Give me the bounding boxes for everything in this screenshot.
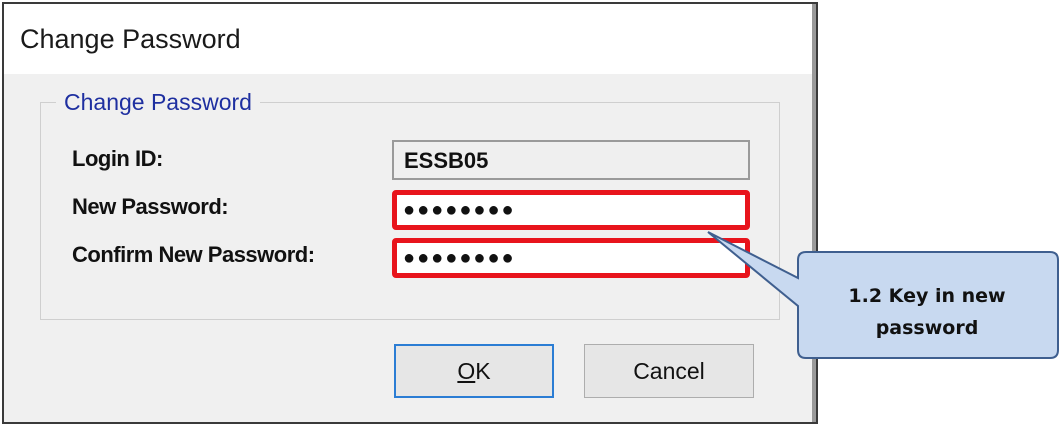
confirm-password-label: Confirm New Password: — [72, 242, 315, 267]
title-bar: Change Password — [4, 4, 816, 74]
groupbox-legend: Change Password — [56, 89, 260, 116]
change-password-dialog: Change Password Change Password Login ID… — [2, 2, 818, 424]
ok-accelerator: O — [457, 357, 476, 384]
new-password-label: New Password: — [72, 194, 229, 219]
window-edge — [812, 4, 816, 422]
confirm-password-field[interactable]: ●●●●●●●● — [392, 238, 750, 278]
ok-label: K — [475, 357, 491, 384]
cancel-button[interactable]: Cancel — [584, 344, 754, 398]
login-id-label: Login ID: — [72, 146, 163, 171]
window-title: Change Password — [20, 24, 241, 54]
callout-line1: 1.2 Key in new — [848, 285, 1006, 307]
ok-button[interactable]: OK — [394, 344, 554, 398]
new-password-field[interactable]: ●●●●●●●● — [392, 190, 750, 230]
callout-text: 1.2 Key in new password — [796, 270, 1058, 354]
callout-line2: password — [875, 317, 979, 339]
login-id-field: ESSB05 — [392, 140, 750, 180]
